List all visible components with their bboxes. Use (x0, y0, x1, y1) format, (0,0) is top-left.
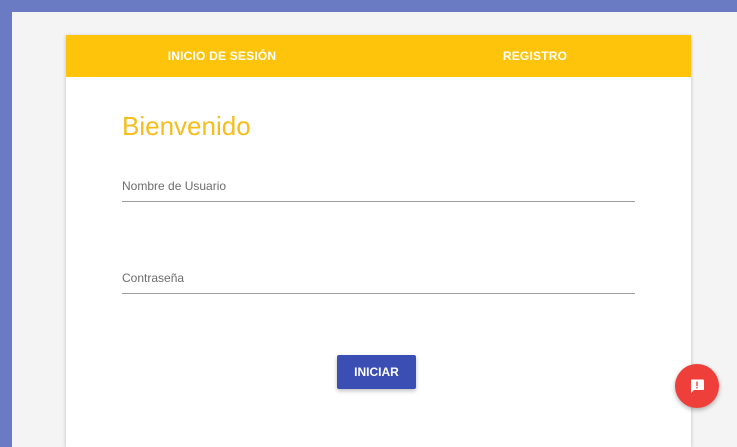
tab-bar: INICIO DE SESIÓN REGISTRO (66, 35, 691, 77)
username-field (122, 175, 635, 202)
feedback-icon (691, 379, 704, 393)
page: INICIO DE SESIÓN REGISTRO Bienvenido INI… (0, 0, 737, 447)
tab-register[interactable]: REGISTRO (379, 35, 691, 77)
login-card: INICIO DE SESIÓN REGISTRO Bienvenido INI… (66, 35, 691, 447)
password-field (122, 267, 635, 294)
username-input[interactable] (122, 175, 635, 202)
page-title: Bienvenido (122, 111, 251, 141)
password-input[interactable] (122, 267, 635, 294)
window-frame-top (0, 0, 737, 12)
window-frame-left (0, 0, 12, 447)
tab-login[interactable]: INICIO DE SESIÓN (66, 35, 378, 77)
login-button[interactable]: INICIAR (337, 355, 416, 389)
feedback-button[interactable] (675, 364, 719, 408)
